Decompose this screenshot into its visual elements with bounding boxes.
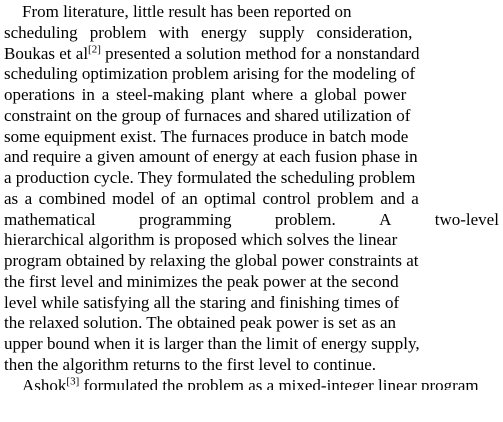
text-line: as a combined model of an optimal contro… <box>4 189 499 210</box>
text-line-content: upper bound when it is larger than the l… <box>4 334 420 353</box>
text-line: mathematical programming problem. A two-… <box>4 210 499 231</box>
text-line: scheduling problem with energy supply co… <box>4 23 499 44</box>
text-line: upper bound when it is larger than the l… <box>4 334 499 355</box>
text-line: and require a given amount of energy at … <box>4 147 499 168</box>
text-line-content: as a combined model of an optimal contro… <box>4 188 419 208</box>
text-line: the relaxed solution. The obtained peak … <box>4 313 499 334</box>
text-line: a production cycle. They formulated the … <box>4 168 499 189</box>
word: problem. <box>274 209 336 229</box>
text-line-content: hierarchical algorithm is proposed which… <box>4 230 398 250</box>
text-line: then the algorithm returns to the first … <box>4 355 499 376</box>
text-line-content: and require a given amount of energy at … <box>4 147 418 167</box>
word: two-level <box>434 209 499 229</box>
word: mathematical <box>4 209 96 229</box>
text-line-content: the first level and minimizes the peak p… <box>4 271 399 291</box>
text-line-content: then the algorithm returns to the first … <box>4 354 377 374</box>
text-line: operations in a steel-making plant where… <box>4 85 499 106</box>
text-line-content: operations in a steel-making plant where… <box>4 85 407 104</box>
text-line: program obtained by relaxing the global … <box>4 251 499 272</box>
text-line-content: From literature, little result has been … <box>22 2 352 21</box>
text-line-content: some equipment exist. The furnaces produ… <box>4 126 409 146</box>
text-line: scheduling optimization problem arising … <box>4 64 499 85</box>
text-line-partial: Ashok[3] formulated the problem as a mix… <box>4 376 499 390</box>
word: A <box>379 209 392 229</box>
text-line: some equipment exist. The furnaces produ… <box>4 127 499 148</box>
text-line-content: program obtained by relaxing the global … <box>4 251 419 270</box>
text-line-content: level while satisfying all the staring a… <box>4 292 400 312</box>
text-line: constraint on the group of furnaces and … <box>4 106 499 127</box>
text-line-rest: presented a solution method for a nonsta… <box>100 43 420 63</box>
text-line: Boukas et al[2] presented a solution met… <box>4 42 499 65</box>
text-line-content: the relaxed solution. The obtained peak … <box>4 313 396 333</box>
text-line-content: constraint on the group of furnaces and … <box>4 105 411 125</box>
text-line: level while satisfying all the staring a… <box>4 293 499 314</box>
text-line: From literature, little result has been … <box>4 2 499 23</box>
text-line-content: scheduling problem with energy supply co… <box>4 22 413 42</box>
text-line-content: scheduling optimization problem arising … <box>4 64 416 84</box>
text-line-content: a production cycle. They formulated the … <box>4 168 416 187</box>
text-line: hierarchical algorithm is proposed which… <box>4 230 499 251</box>
document-page: From literature, little result has been … <box>0 0 503 422</box>
text-line-content: Boukas et al[2] presented a solution met… <box>4 42 420 65</box>
author-name: Boukas et al <box>4 43 89 63</box>
citation-marker: [2] <box>88 42 101 55</box>
text-line-content: Ashok[3] formulated the problem as a mix… <box>22 376 479 390</box>
paragraph: From literature, little result has been … <box>4 2 499 390</box>
word: programming <box>138 209 232 229</box>
text-line: the first level and minimizes the peak p… <box>4 272 499 293</box>
author-name: Ashok <box>22 375 67 390</box>
text-line-rest: formulated the problem as a mixed-intege… <box>79 375 479 390</box>
citation-marker: [3] <box>66 375 80 387</box>
